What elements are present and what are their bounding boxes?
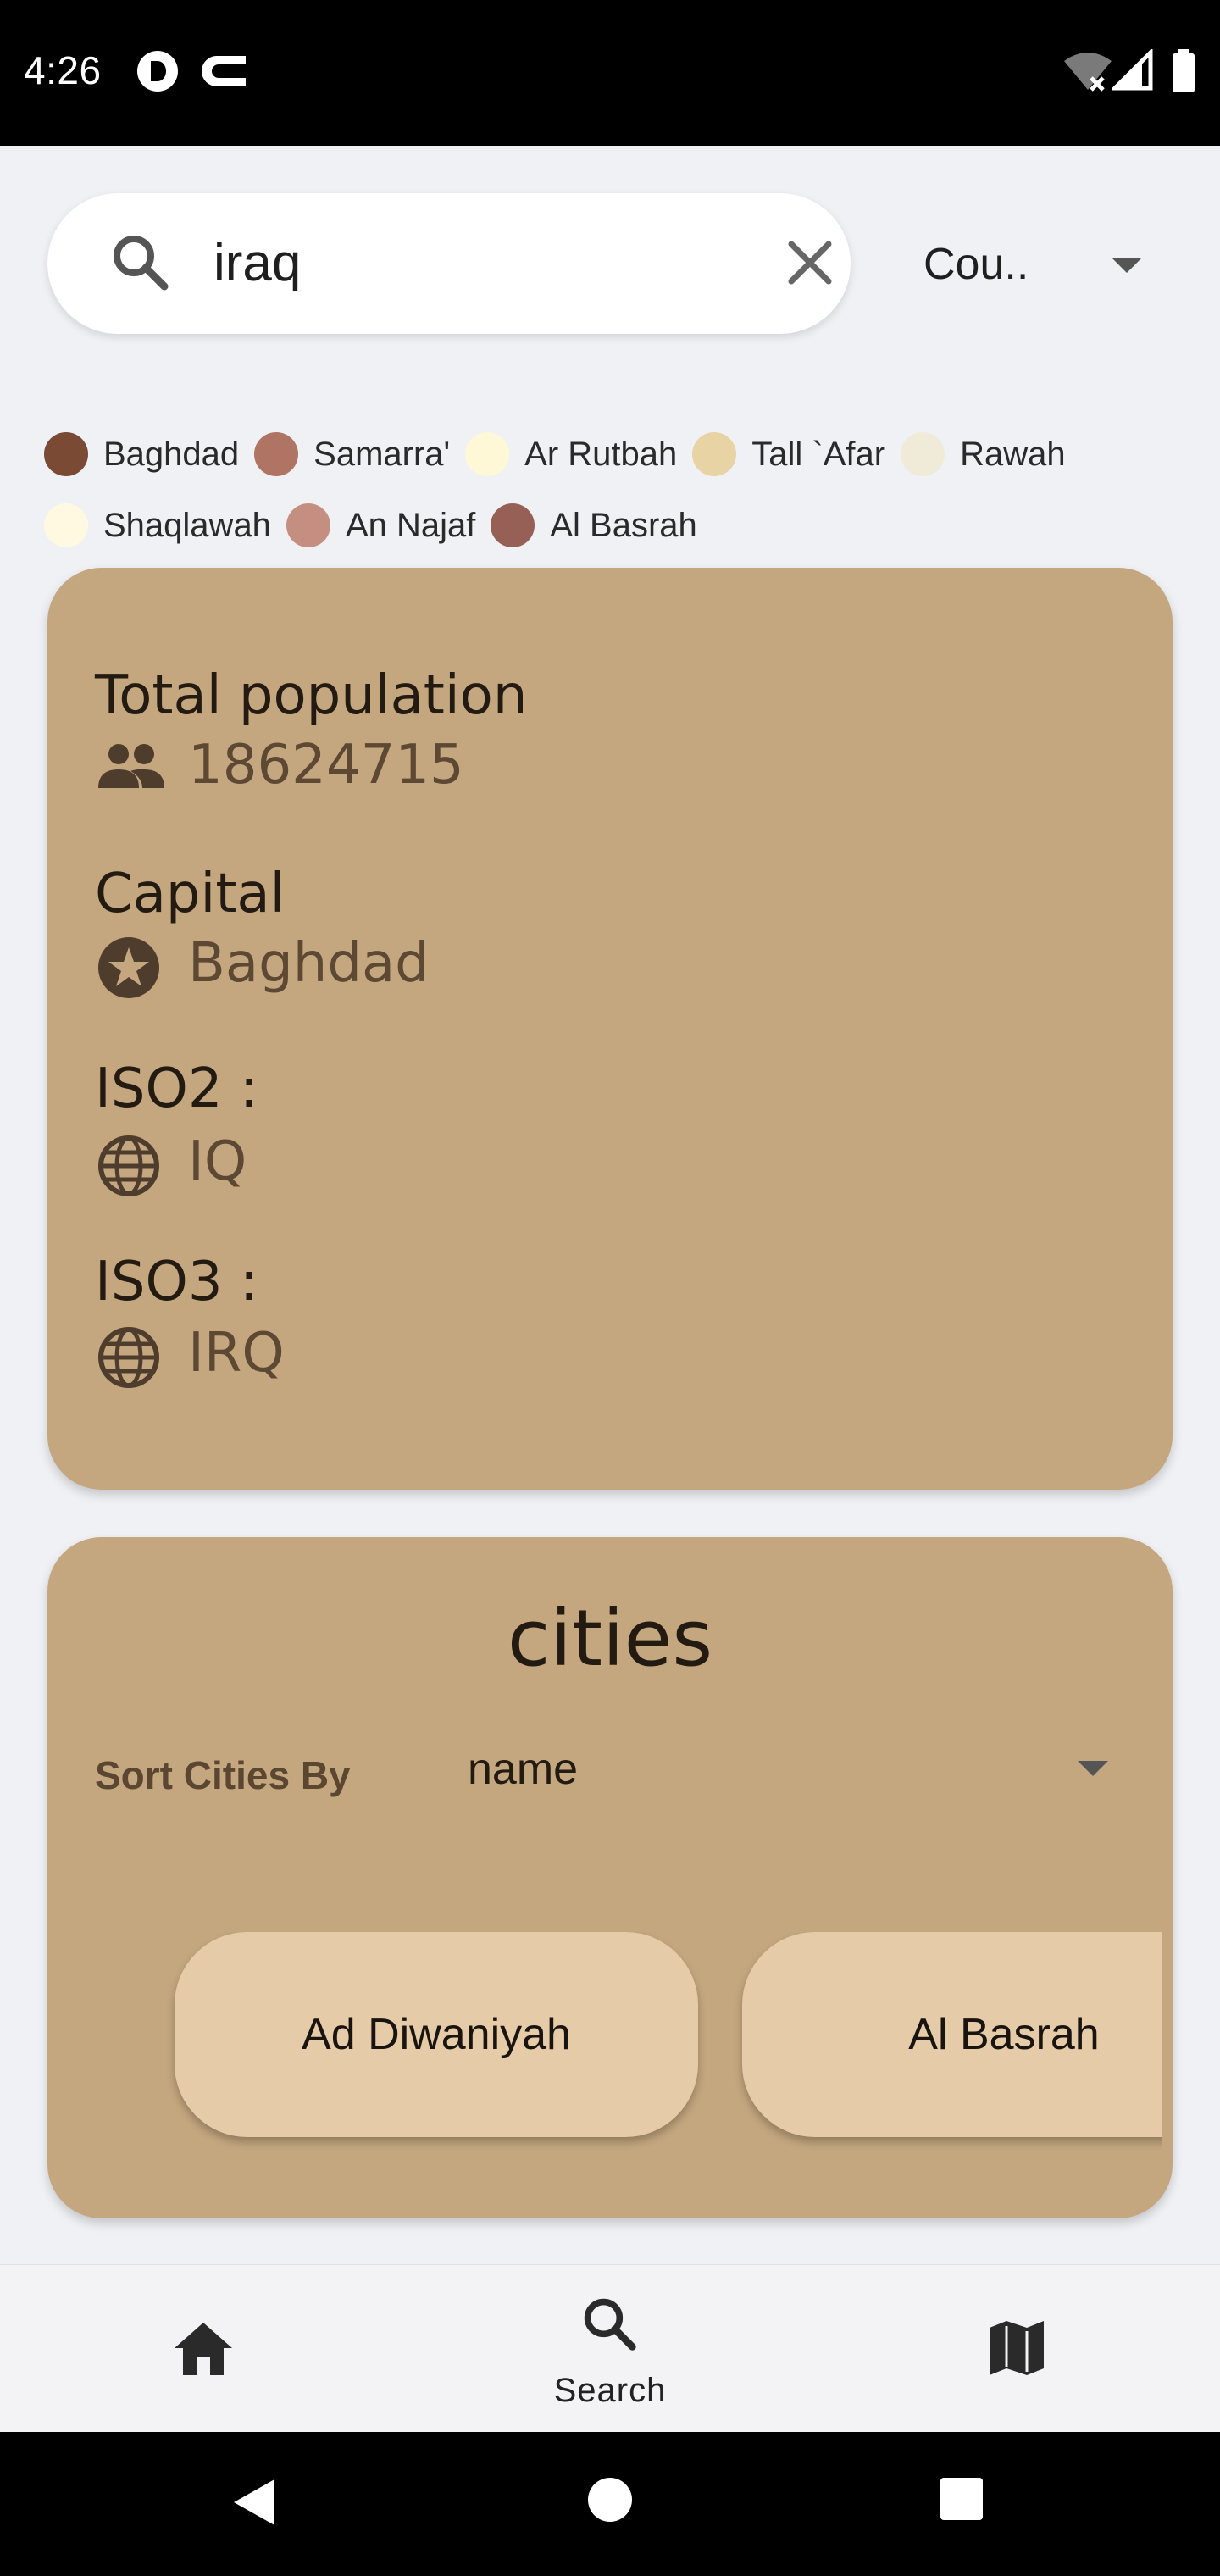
status-bar: 4:26 (0, 0, 1220, 146)
city-chip[interactable]: Ad Diwaniyah (175, 1932, 698, 2137)
legend-dot (692, 432, 737, 476)
cities-card: cities Sort Cities By name Ad Diwaniyah … (47, 1537, 1173, 2218)
search-box[interactable] (47, 193, 851, 334)
search-icon (581, 2296, 639, 2357)
search-type-value: Cou.. (923, 240, 1029, 289)
nav-home[interactable] (119, 2265, 288, 2433)
legend-item: Al Basrah (491, 503, 697, 547)
globe-icon (97, 1134, 161, 1202)
legend-label: An Najaf (345, 506, 476, 544)
back-icon[interactable] (230, 2476, 278, 2533)
legend-dot (901, 432, 946, 476)
wifi-off-icon (1062, 49, 1113, 96)
legend-dot (286, 503, 330, 547)
iso2-title: ISO2 : (95, 1058, 258, 1120)
legend-label: Ar Rutbah (524, 435, 678, 473)
system-nav-bar (0, 2432, 1220, 2576)
legend-item: An Najaf (286, 503, 475, 547)
capital-title: Capital (95, 863, 286, 925)
search-input[interactable] (214, 222, 739, 303)
legend-item: Ar Rutbah (465, 432, 677, 476)
legend-label: Samarra' (313, 435, 451, 473)
legend-item: Rawah (901, 432, 1066, 476)
chevron-down-icon (1108, 254, 1145, 279)
population-title: Total population (95, 664, 528, 727)
legend-item: Shaqlawah (44, 503, 271, 547)
search-icon (110, 232, 171, 297)
notification-c-icon (198, 49, 252, 97)
legend-dot (465, 432, 510, 476)
legend-label: Al Basrah (550, 506, 697, 544)
notification-app-icon (136, 49, 180, 97)
status-time: 4:26 (24, 48, 102, 92)
population-value: 18624715 (188, 734, 464, 797)
home-icon (173, 2319, 234, 2381)
legend-item: Samarra' (254, 432, 450, 476)
legend-label: Baghdad (103, 435, 240, 473)
search-type-dropdown[interactable]: Cou.. (923, 229, 1169, 300)
legend-dot (44, 432, 88, 476)
sort-cities-value: name (468, 1745, 579, 1794)
nav-search-label: Search (553, 2372, 667, 2409)
legend-dot (44, 503, 88, 547)
legend-dot (254, 432, 299, 476)
legend-row: Shaqlawah An Najaf Al Basrah (44, 490, 1179, 561)
capital-value: Baghdad (188, 932, 430, 995)
country-info-card: Total population 18624715 Capital Baghda… (47, 568, 1173, 1490)
recents-icon[interactable] (939, 2476, 984, 2526)
star-icon (97, 935, 161, 1004)
iso3-title: ISO3 : (95, 1251, 258, 1313)
legend-label: Tall `Afar (751, 435, 886, 473)
sort-cities-label: Sort Cities By (95, 1753, 351, 1797)
legend-label: Rawah (960, 435, 1066, 473)
city-chip[interactable]: Al Basrah (742, 1932, 1162, 2137)
sort-cities-dropdown[interactable]: name (468, 1737, 1128, 1808)
globe-icon (97, 1325, 161, 1394)
home-button-icon[interactable] (586, 2476, 634, 2528)
chevron-down-icon (1076, 1759, 1110, 1782)
nav-map[interactable] (932, 2265, 1101, 2433)
legend-item: Tall `Afar (692, 432, 885, 476)
battery-icon (1171, 49, 1196, 97)
city-list[interactable]: Ad Diwaniyah Al Basrah (129, 1932, 1162, 2178)
cities-title: cities (507, 1593, 713, 1684)
iso2-value: IQ (188, 1130, 247, 1193)
close-icon[interactable] (783, 236, 837, 294)
city-legend: Baghdad Samarra' Ar Rutbah Tall `Afar Ra… (44, 419, 1179, 561)
bottom-nav: Search (0, 2264, 1220, 2433)
legend-item: Baghdad (44, 432, 239, 476)
legend-dot (491, 503, 535, 547)
iso3-value: IRQ (188, 1322, 285, 1385)
signal-icon (1109, 47, 1154, 96)
legend-label: Shaqlawah (103, 506, 271, 544)
legend-row: Baghdad Samarra' Ar Rutbah Tall `Afar Ra… (44, 419, 1179, 490)
map-icon (986, 2319, 1047, 2381)
nav-search[interactable]: Search (525, 2265, 695, 2433)
people-icon (97, 741, 166, 796)
